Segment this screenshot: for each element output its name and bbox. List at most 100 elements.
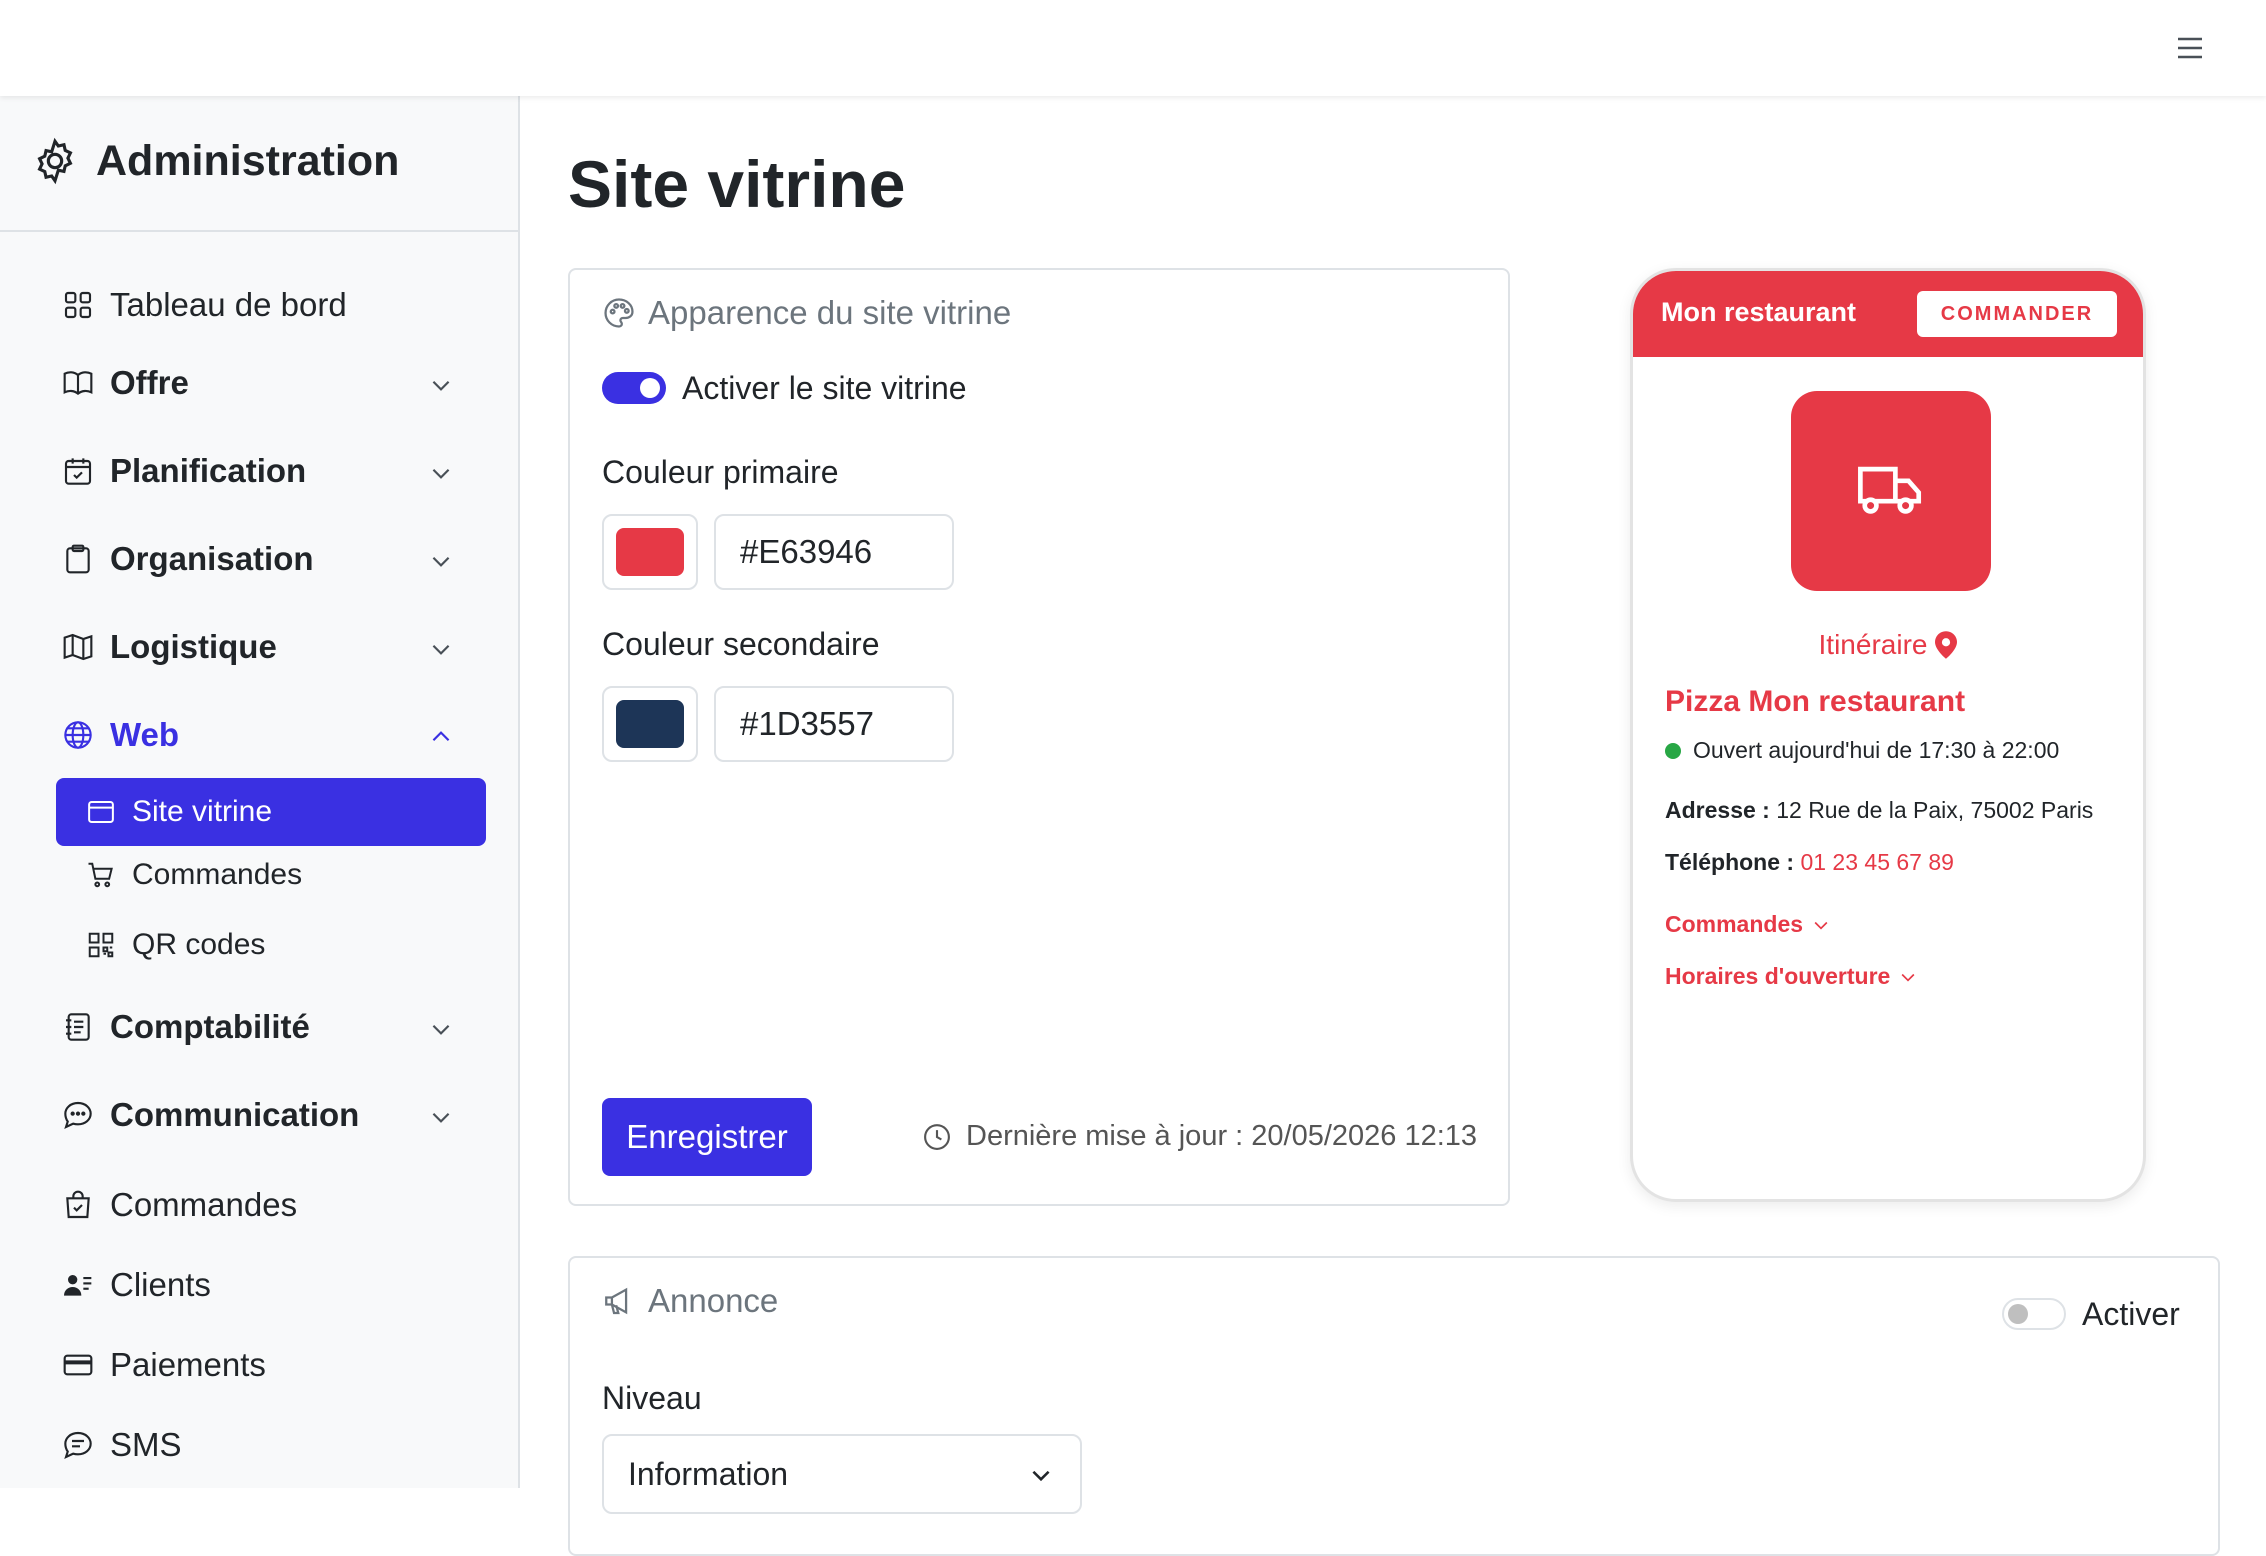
phone-label: Téléphone :	[1665, 849, 1795, 875]
last-update-text: Dernière mise à jour : 20/05/2026 12:13	[966, 1120, 1478, 1152]
sidebar-item-sms[interactable]: SMS	[62, 1426, 182, 1464]
chat-text-icon	[64, 1431, 92, 1459]
preview-hours-toggle[interactable]: Horaires d'ouverture	[1665, 963, 1918, 990]
status-dot	[1665, 742, 1681, 759]
preview-phone: Téléphone : 01 23 45 67 89	[1665, 849, 1954, 876]
megaphone-icon	[605, 1287, 628, 1315]
announcement-card-header: Annonce	[602, 1282, 778, 1320]
sidebar-item-label: Web	[110, 716, 180, 753]
sidebar-item-clients[interactable]: Clients	[62, 1266, 211, 1304]
sidebar-item-comptabilite[interactable]: Comptabilité	[62, 1008, 310, 1046]
sidebar-item-label: Planification	[110, 452, 307, 489]
preview-itinerary-link[interactable]: Itinéraire	[1633, 629, 2143, 661]
sidebar-subitem-commandes[interactable]: Commandes	[86, 858, 302, 892]
level-label: Niveau	[602, 1380, 702, 1416]
opening-status-text: Ouvert aujourd'hui de 17:30 à 22:00	[1693, 737, 2060, 763]
journal-icon	[66, 1013, 90, 1041]
primary-color-input[interactable]: #E63946	[714, 514, 954, 590]
sidebar-item-label: Logistique	[110, 628, 277, 665]
secondary-color-label: Couleur secondaire	[602, 626, 880, 662]
chevron-down-icon[interactable]	[428, 1016, 454, 1042]
sidebar-item-communication[interactable]: Communication	[62, 1096, 359, 1134]
sidebar-brand: Administration	[30, 136, 399, 186]
brand-divider	[0, 230, 518, 232]
sidebar-item-label: Comptabilité	[110, 1008, 310, 1045]
primary-color-label: Couleur primaire	[602, 454, 839, 490]
appearance-card-header: Apparence du site vitrine	[602, 294, 1011, 332]
preview-logo	[1791, 391, 1991, 591]
menu-icon[interactable]	[2172, 30, 2208, 66]
sidebar-item-offre[interactable]: Offre	[62, 364, 189, 402]
chevron-up-icon[interactable]	[428, 724, 454, 750]
address-label: Adresse :	[1665, 797, 1770, 823]
preview-orders-toggle[interactable]: Commandes	[1665, 911, 1831, 938]
sidebar-item-paiements[interactable]: Paiements	[62, 1346, 266, 1384]
palette-icon	[604, 298, 634, 328]
qr-code-icon	[88, 932, 114, 958]
site-preview-phone: Mon restaurant COMMANDER Itinéraire Pizz…	[1630, 268, 2146, 1202]
save-button[interactable]: Enregistrer	[602, 1098, 812, 1176]
sidebar: Administration Tableau de bord Offre Pla…	[0, 96, 520, 1488]
secondary-color-picker[interactable]	[602, 686, 698, 762]
sidebar-item-web[interactable]: Web	[62, 716, 179, 754]
chevron-down-icon[interactable]	[428, 548, 454, 574]
toggle-knob	[640, 378, 660, 398]
sidebar-item-label: SMS	[110, 1426, 182, 1463]
dashboard-icon	[64, 291, 92, 319]
announcement-toggle-label: Activer	[2082, 1296, 2180, 1332]
primary-color-picker[interactable]	[602, 514, 698, 590]
sidebar-subitem-label: Commandes	[132, 858, 303, 891]
sidebar-item-label: Tableau de bord	[110, 286, 347, 323]
announcement-toggle[interactable]	[2002, 1298, 2066, 1330]
sidebar-item-label: Paiements	[110, 1346, 266, 1383]
sidebar-subitem-qr-codes[interactable]: QR codes	[86, 928, 265, 962]
sidebar-subitem-label: Site vitrine	[132, 795, 273, 828]
sidebar-item-planification[interactable]: Planification	[62, 452, 306, 490]
clipboard-icon	[66, 544, 90, 574]
sidebar-item-logistique[interactable]: Logistique	[62, 628, 277, 666]
chevron-down-icon	[1901, 973, 1915, 982]
secondary-color-input[interactable]: #1D3557	[714, 686, 954, 762]
book-icon	[63, 371, 93, 396]
level-select[interactable]: Information	[602, 1434, 1082, 1514]
chevron-down-icon[interactable]	[428, 460, 454, 486]
secondary-color-swatch	[616, 700, 684, 748]
browser-icon	[88, 801, 114, 823]
sidebar-subitem-site-vitrine[interactable]: Site vitrine	[56, 778, 486, 846]
preview-restaurant-short: Mon restaurant	[1661, 297, 1857, 327]
sidebar-item-label: Commandes	[110, 1186, 298, 1223]
enable-site-toggle[interactable]	[602, 372, 666, 404]
sidebar-item-label: Offre	[110, 364, 189, 401]
map-pin-icon	[1935, 631, 1958, 659]
calendar-check-icon	[64, 458, 92, 485]
chevron-down-icon[interactable]	[428, 372, 454, 398]
cart-icon	[88, 862, 113, 888]
sidebar-item-tableau-de-bord[interactable]: Tableau de bord	[62, 286, 347, 324]
sidebar-item-label: Communication	[110, 1096, 360, 1133]
preview-opening-status: Ouvert aujourd'hui de 17:30 à 22:00	[1665, 737, 2059, 764]
clock-icon	[924, 1123, 950, 1150]
appearance-card: Apparence du site vitrine Activer le sit…	[568, 268, 1510, 1206]
appearance-card-title: Apparence du site vitrine	[648, 294, 1012, 331]
preview-order-button[interactable]: COMMANDER	[1917, 291, 2117, 337]
address-value: 12 Rue de la Paix, 75002 Paris	[1776, 797, 2094, 823]
level-select-value: Information	[628, 1455, 789, 1492]
sidebar-item-label: Organisation	[110, 540, 314, 577]
sidebar-item-commandes[interactable]: Commandes	[62, 1186, 297, 1224]
truck-icon	[1858, 466, 1922, 514]
sidebar-item-organisation[interactable]: Organisation	[62, 540, 314, 578]
chevron-down-icon[interactable]	[428, 636, 454, 662]
toggle-knob	[2008, 1304, 2028, 1324]
brand-title: Administration	[96, 136, 400, 185]
globe-icon	[64, 721, 92, 749]
main-content: Site vitrine Apparence du site vitrine A…	[520, 96, 2266, 1556]
orders-toggle-label: Commandes	[1665, 911, 1804, 937]
itinerary-label: Itinéraire	[1818, 629, 1928, 660]
top-navbar	[0, 0, 2266, 96]
phone-link[interactable]: 01 23 45 67 89	[1800, 849, 1953, 875]
announcement-card-title: Annonce	[648, 1282, 779, 1319]
enable-site-label: Activer le site vitrine	[682, 370, 967, 406]
page-title: Site vitrine	[568, 147, 906, 221]
chevron-down-icon[interactable]	[428, 1104, 454, 1130]
gear-icon	[37, 137, 73, 185]
